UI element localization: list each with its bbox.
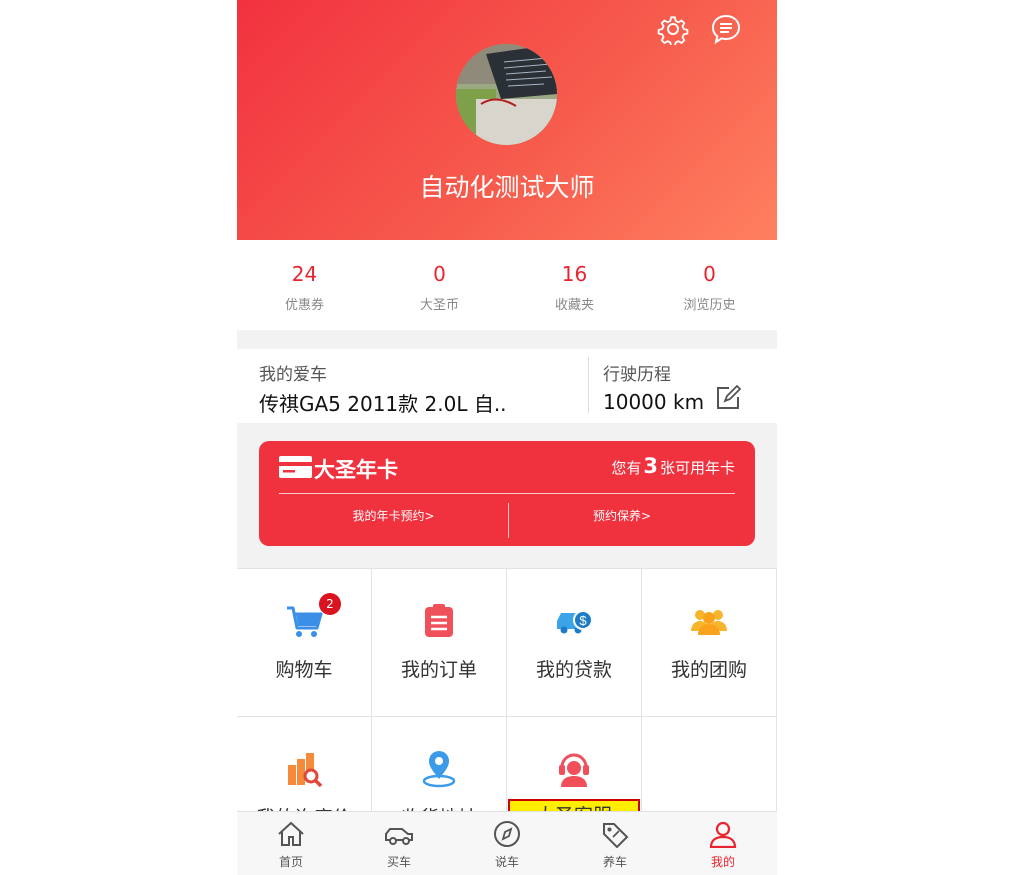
divider	[588, 357, 589, 413]
stat-history[interactable]: 0 浏览历史	[642, 240, 777, 330]
stat-value: 0	[433, 262, 446, 286]
home-icon	[278, 821, 304, 846]
card-icon	[279, 456, 312, 478]
group-icon	[691, 610, 727, 635]
stat-label: 优惠券	[284, 298, 324, 313]
tab-mine[interactable]: 我的	[669, 812, 777, 875]
stat-coupons[interactable]: 24 优惠券	[237, 240, 372, 330]
grid-item-group-buy[interactable]: 我的团购	[642, 569, 777, 717]
grid-item-cart[interactable]: 2 购物车	[237, 569, 372, 717]
edit-icon[interactable]	[715, 385, 741, 411]
bottom-tab-bar: 首页 买车 说车 养车 我的	[237, 811, 777, 875]
available-count: 3	[643, 454, 658, 478]
tab-label: 我的	[710, 855, 735, 869]
cart-count-badge: 2	[319, 593, 341, 615]
grid-item-label: 我的团购	[670, 659, 747, 681]
available-prefix: 您有	[611, 459, 642, 477]
svg-text:$: $	[579, 613, 587, 628]
grid-item-label: 我的贷款	[535, 659, 612, 681]
stat-value: 24	[291, 262, 318, 286]
grid-item-label: 购物车	[275, 659, 333, 681]
location-pin-icon	[422, 751, 456, 788]
compass-icon	[494, 821, 520, 847]
tab-buy-car[interactable]: 买车	[345, 812, 453, 875]
my-car-model: 传祺GA5 2011款 2.0L 自..	[259, 392, 507, 416]
app-screen: 自动化测试大师 24 优惠券 0 大圣币 16 收藏夹 0 浏览历史 我的爱车 …	[237, 0, 777, 875]
stat-favorites[interactable]: 16 收藏夹	[507, 240, 642, 330]
price-search-icon	[288, 753, 323, 788]
stat-label: 浏览历史	[683, 298, 736, 313]
mileage-title: 行驶历程	[603, 365, 671, 385]
user-icon	[709, 821, 737, 848]
tab-talk-car[interactable]: 说车	[453, 812, 561, 875]
grid-item-label: 我的订单	[400, 659, 477, 681]
annual-card-available: 您有3 张可用年卡	[611, 454, 735, 478]
tab-label: 买车	[386, 855, 411, 869]
car-loan-icon: $	[557, 610, 593, 634]
tab-label: 养车	[602, 855, 627, 869]
grid-item-address[interactable]: 收货地址	[372, 717, 507, 813]
grid-item-empty	[642, 717, 777, 813]
tab-label: 首页	[278, 855, 303, 869]
shopping-cart-icon	[287, 606, 323, 637]
grid-item-customer-service[interactable]: 大圣客服	[507, 717, 642, 813]
my-car-title: 我的爱车	[259, 365, 327, 385]
annual-card-banner: 大圣年卡 您有3 张可用年卡 我的年卡预约> 预约保养>	[259, 441, 755, 546]
tab-home[interactable]: 首页	[237, 812, 345, 875]
clipboard-icon	[425, 604, 453, 637]
gear-icon[interactable]	[657, 13, 689, 45]
divider	[279, 493, 735, 494]
available-suffix: 张可用年卡	[659, 459, 735, 477]
tag-icon	[603, 823, 629, 848]
annual-card-reserve-link[interactable]: 我的年卡预约>	[279, 507, 508, 524]
chat-bubble-icon[interactable]	[710, 13, 742, 45]
username: 自动化测试大师	[419, 173, 595, 202]
mileage-value: 10000 km	[603, 390, 705, 414]
stat-label: 收藏夹	[554, 298, 594, 313]
grid-item-loans[interactable]: $ 我的贷款	[507, 569, 642, 717]
profile-header: 自动化测试大师	[237, 0, 777, 240]
function-grid: 2 购物车 我的订单 $ 我的贷款 我的团购	[237, 568, 777, 813]
stats-bar: 24 优惠券 0 大圣币 16 收藏夹 0 浏览历史	[237, 240, 777, 330]
grid-item-orders[interactable]: 我的订单	[372, 569, 507, 717]
avatar[interactable]	[456, 44, 557, 145]
tab-label: 说车	[494, 855, 519, 869]
annual-card-title: 大圣年卡	[314, 458, 398, 482]
customer-service-icon	[559, 753, 589, 787]
avatar-photo	[456, 44, 557, 145]
stat-value: 0	[703, 262, 716, 286]
my-car-panel[interactable]: 我的爱车 传祺GA5 2011款 2.0L 自.. 行驶历程 10000 km	[237, 349, 777, 423]
stat-coins[interactable]: 0 大圣币	[372, 240, 507, 330]
grid-item-price-inquiry[interactable]: 我的询底价	[237, 717, 372, 813]
car-icon	[385, 828, 413, 845]
maintenance-reserve-link[interactable]: 预约保养>	[509, 507, 735, 524]
tab-maintain-car[interactable]: 养车	[561, 812, 669, 875]
stat-label: 大圣币	[419, 298, 459, 313]
stat-value: 16	[561, 262, 588, 286]
